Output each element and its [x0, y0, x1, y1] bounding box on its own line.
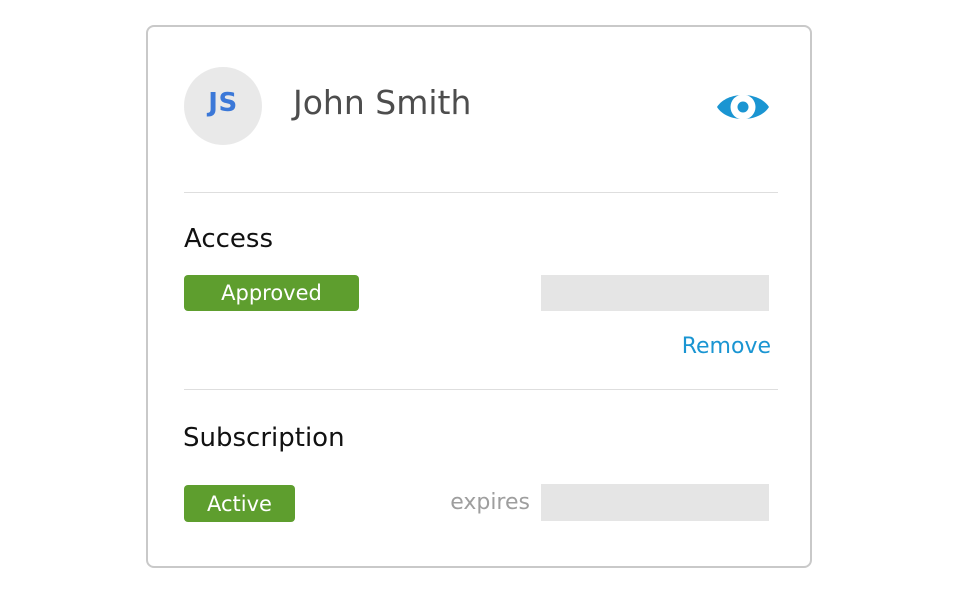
subscription-title: Subscription — [183, 423, 345, 453]
remove-link[interactable]: Remove — [668, 331, 771, 363]
avatar-initials: JS — [208, 88, 238, 118]
expires-placeholder-field — [541, 484, 769, 521]
eye-icon — [717, 94, 769, 120]
user-name: John Smith — [293, 83, 472, 122]
access-placeholder-field — [541, 275, 769, 311]
access-status-badge: Approved — [184, 275, 359, 311]
expires-label: expires — [450, 490, 530, 515]
divider — [184, 389, 778, 390]
avatar: JS — [184, 67, 262, 145]
user-card: JS John Smith Access Approved Remove Sub… — [146, 25, 812, 568]
subscription-status-badge: Active — [184, 485, 295, 522]
view-button[interactable] — [715, 87, 771, 127]
divider — [184, 192, 778, 193]
access-title: Access — [184, 224, 274, 254]
